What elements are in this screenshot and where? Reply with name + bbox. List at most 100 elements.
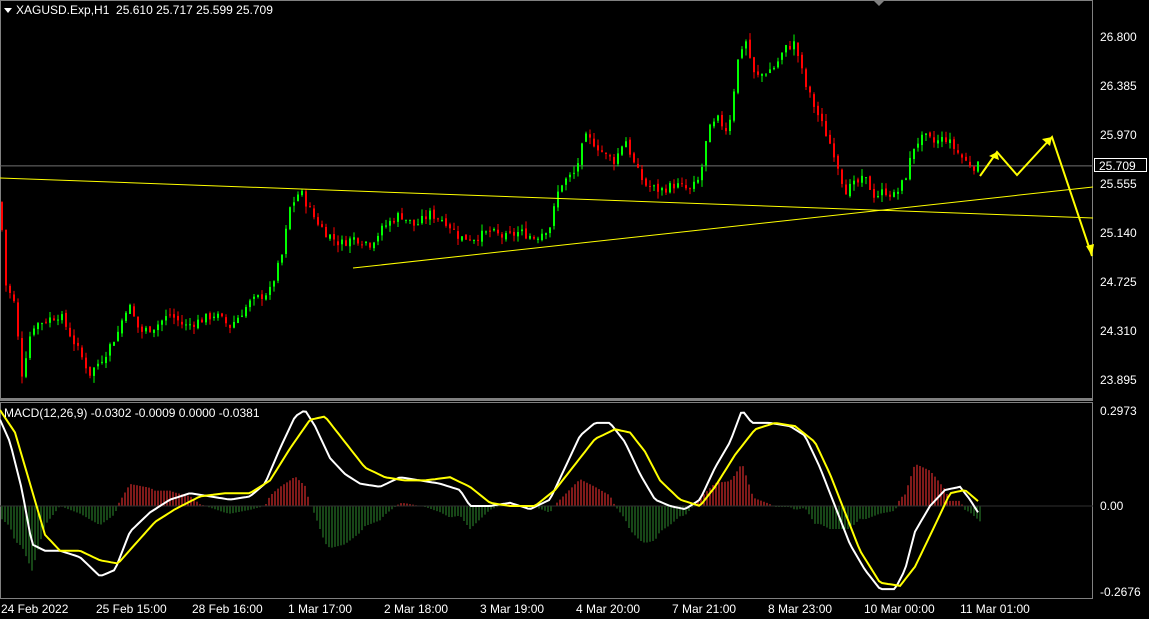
- candle-body: [821, 113, 823, 122]
- candle-body: [437, 218, 439, 220]
- candle-body: [141, 326, 143, 332]
- main-chart-frame: [0, 0, 1093, 399]
- time-tick: 28 Feb 16:00: [192, 602, 263, 616]
- candle-body: [221, 313, 223, 317]
- candle-body: [817, 105, 819, 116]
- candle-body: [625, 141, 627, 148]
- candle-body: [17, 302, 19, 337]
- symbol-menu-icon[interactable]: [4, 8, 12, 14]
- candle-body: [505, 233, 507, 240]
- candle-body: [85, 357, 87, 369]
- candle-body: [229, 324, 231, 328]
- candle-body: [685, 185, 687, 189]
- candle-body: [325, 226, 327, 238]
- candle-body: [93, 367, 95, 376]
- candle-body: [741, 49, 743, 58]
- candle-body: [37, 323, 39, 330]
- candle-body: [473, 240, 475, 242]
- candle-body: [329, 234, 331, 239]
- candle-body: [361, 244, 363, 246]
- candle-body: [577, 163, 579, 172]
- candle-body: [653, 185, 655, 187]
- candle-body: [49, 317, 51, 323]
- candle-body: [681, 183, 683, 185]
- chart-shift-marker-icon[interactable]: [873, 0, 885, 6]
- candle-body: [305, 191, 307, 207]
- candle-body: [297, 194, 299, 201]
- candle-body: [597, 145, 599, 151]
- chart-canvas[interactable]: [0, 0, 1149, 619]
- candle-body: [761, 73, 763, 76]
- forecast-arrows[interactable]: [979, 135, 1094, 257]
- symbol-label[interactable]: XAGUSD.Exp,H1: [16, 3, 109, 17]
- candle-body: [225, 317, 227, 324]
- candle-body: [917, 143, 919, 148]
- candle-body: [397, 213, 399, 222]
- candle-body: [873, 188, 875, 198]
- candle-body: [237, 317, 239, 323]
- candle-body: [445, 218, 447, 226]
- time-tick: 7 Mar 21:00: [672, 602, 737, 616]
- candle-body: [693, 181, 695, 189]
- ascending-trendline[interactable]: [352, 186, 1094, 269]
- candle-body: [145, 327, 147, 332]
- candle-body: [769, 69, 771, 74]
- candle-body: [501, 234, 503, 238]
- candle-body: [805, 69, 807, 87]
- candle-body: [745, 41, 747, 49]
- candle-body: [385, 225, 387, 227]
- candle-body: [369, 243, 371, 248]
- candle-body: [837, 155, 839, 169]
- candle-body: [645, 178, 647, 186]
- candle-body: [317, 217, 319, 225]
- candle-body: [605, 153, 607, 155]
- candle-body: [633, 153, 635, 163]
- candle-body: [5, 229, 7, 286]
- candle-body: [157, 324, 159, 331]
- candle-body: [841, 169, 843, 184]
- macd-header: MACD(12,26,9) -0.0302 -0.0009 0.0000 -0.…: [4, 406, 260, 420]
- candle-body: [541, 233, 543, 241]
- current-price-label: 25.709: [1094, 158, 1147, 173]
- candle-body: [825, 121, 827, 137]
- candle-body: [277, 262, 279, 281]
- candle-body: [925, 133, 927, 135]
- time-tick: 8 Mar 23:00: [768, 602, 833, 616]
- candle-body: [697, 179, 699, 183]
- candle-body: [581, 143, 583, 165]
- candle-body: [961, 154, 963, 158]
- candle-body: [201, 319, 203, 323]
- candle-body: [265, 295, 267, 300]
- candle-body: [269, 286, 271, 295]
- candle-body: [609, 155, 611, 157]
- candle-body: [321, 224, 323, 227]
- candle-body: [133, 306, 135, 317]
- candle-body: [89, 366, 91, 376]
- candle-body: [941, 136, 943, 142]
- trendlines[interactable]: [0, 177, 1094, 269]
- descending-trendline[interactable]: [0, 177, 1094, 219]
- candle-body: [845, 184, 847, 195]
- candle-body: [737, 59, 739, 93]
- candle-body: [713, 121, 715, 127]
- candle-body: [149, 326, 151, 333]
- candle-body: [137, 316, 139, 328]
- candle-body: [689, 188, 691, 190]
- candle-body: [1, 202, 3, 230]
- candle-body: [29, 336, 31, 359]
- candle-body: [921, 134, 923, 146]
- candle-body: [117, 331, 119, 341]
- candle-body: [241, 315, 243, 317]
- candle-body: [173, 314, 175, 318]
- candle-body: [377, 235, 379, 242]
- candle-body: [217, 313, 219, 318]
- candle-body: [957, 150, 959, 153]
- candle-body: [457, 231, 459, 239]
- candle-body: [461, 236, 463, 241]
- candle-body: [665, 188, 667, 193]
- candle-body: [709, 124, 711, 143]
- price-tick: 26.800: [1100, 30, 1137, 44]
- candle-body: [405, 219, 407, 221]
- candle-body: [897, 191, 899, 194]
- candle-body: [517, 232, 519, 237]
